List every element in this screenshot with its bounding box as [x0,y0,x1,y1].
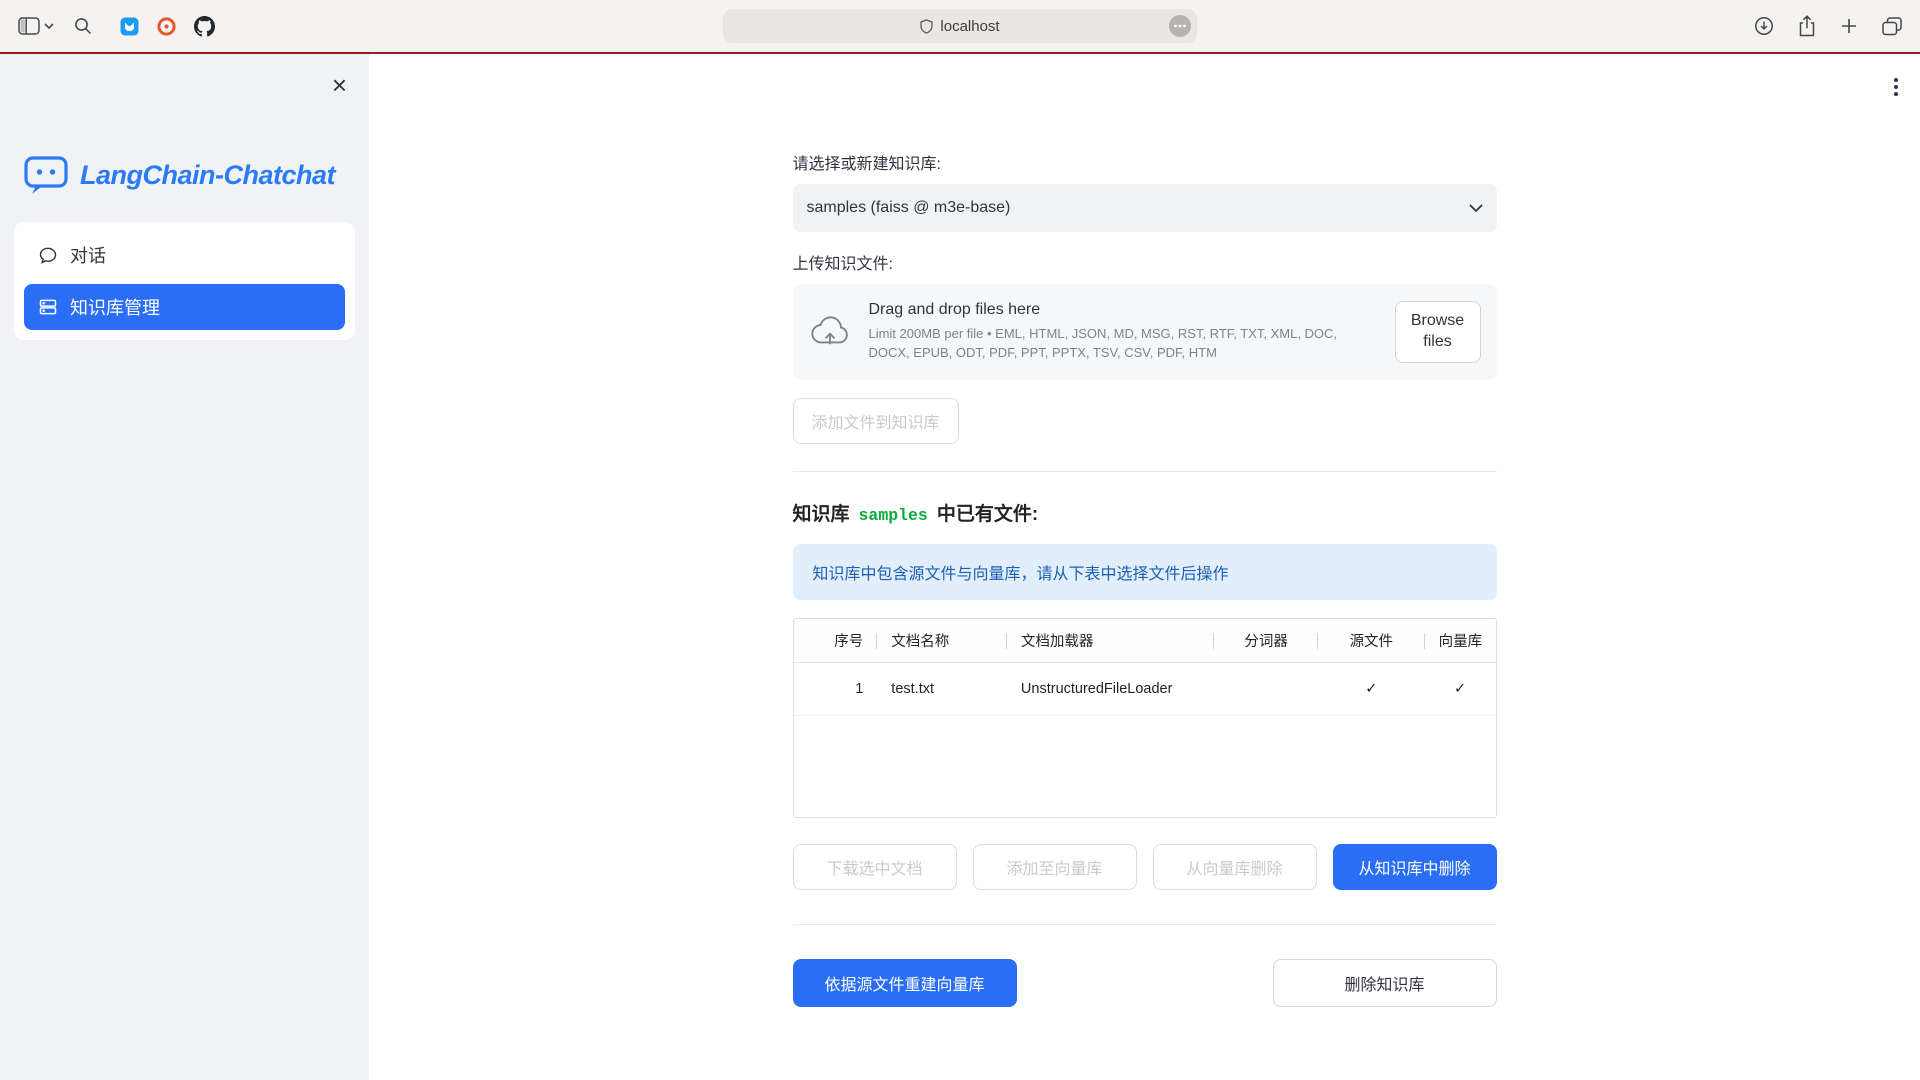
sidebar-menu: 对话 知识库管理 [14,222,355,340]
cell-source-file-check: ✓ [1318,681,1425,697]
url-bar[interactable]: localhost [723,9,1197,43]
uploader-title: Drag and drop files here [869,301,1377,319]
divider [793,471,1497,472]
extension-blue-icon [120,17,139,36]
search-icon [74,17,92,35]
tab-overview-button[interactable] [1880,15,1904,38]
add-files-to-kb-button[interactable]: 添加文件到知识库 [793,398,959,444]
cell-vector-store-check: ✓ [1425,681,1496,697]
content-column: 请选择或新建知识库: samples (faiss @ m3e-base) 上传… [793,54,1497,1007]
sidebar-panel-icon [18,17,40,35]
app-menu-button[interactable] [1890,74,1902,100]
sidebar-item-kb-management[interactable]: 知识库管理 [24,284,345,330]
screen: localhost [0,0,1920,1080]
delete-kb-button[interactable]: 删除知识库 [1273,959,1497,1007]
download-selected-button[interactable]: 下载选中文档 [793,844,957,890]
info-banner: 知识库中包含源文件与向量库，请从下表中选择文件后操作 [793,544,1497,600]
sidebar-item-dialogue[interactable]: 对话 [24,232,345,278]
kb-action-buttons: 依据源文件重建向量库 删除知识库 [793,959,1497,1007]
table-header-row: 序号 文档名称 文档加载器 分词器 源文件 向量库 [794,619,1496,663]
kb-files-heading: 知识库 samples 中已有文件: [793,499,1497,526]
cloud-upload-icon [809,315,851,349]
cell-loader: UnstructuredFileLoader [1007,681,1214,697]
column-header[interactable]: 向量库 [1425,630,1496,651]
share-button[interactable] [1796,13,1818,39]
new-tab-button[interactable] [1838,15,1860,37]
rebuild-vector-store-button[interactable]: 依据源文件重建向量库 [793,959,1017,1007]
kb-heading-suffix: 中已有文件: [937,499,1038,526]
column-header[interactable]: 源文件 [1318,630,1425,651]
knowledge-base-icon [38,297,58,317]
add-to-vector-store-button[interactable]: 添加至向量库 [973,844,1137,890]
share-icon [1798,15,1816,37]
sidebar-item-label: 知识库管理 [70,294,160,320]
column-header[interactable]: 分词器 [1214,630,1318,651]
url-text: localhost [940,18,999,35]
logo: LangChain-Chatchat [24,154,369,196]
extension-blue-button[interactable] [118,15,141,38]
column-header[interactable]: 文档名称 [877,630,1007,651]
delete-from-vector-store-button[interactable]: 从向量库删除 [1153,844,1317,890]
column-header[interactable]: 文档加载器 [1007,630,1214,651]
kb-select[interactable]: samples (faiss @ m3e-base) [793,184,1497,232]
sidebar: × LangChain-Chatchat 对话 [0,54,369,1080]
divider [793,924,1497,925]
site-shield-icon [920,19,933,34]
plus-icon [1840,17,1858,35]
chevron-down-icon [1469,204,1483,213]
chevron-down-icon [44,23,54,30]
upload-label: 上传知识文件: [793,250,1497,274]
table-row[interactable]: 1 test.txt UnstructuredFileLoader ✓ ✓ [794,663,1496,716]
select-kb-label: 请选择或新建知识库: [793,150,1497,174]
sidebar-toggle-button[interactable] [16,15,56,37]
sidebar-item-label: 对话 [70,242,106,268]
github-icon [194,16,215,37]
cell-index: 1 [794,681,878,697]
column-header[interactable]: 序号 [794,630,878,651]
file-action-buttons: 下载选中文档 添加至向量库 从向量库删除 从知识库中删除 [793,844,1497,890]
browser-toolbar: localhost [0,0,1920,52]
site-settings-button[interactable] [1169,15,1191,37]
browse-files-button[interactable]: Browse files [1395,301,1481,363]
uploader-limit-text: Limit 200MB per file • EML, HTML, JSON, … [869,325,1377,363]
extension-orange-button[interactable] [155,15,178,38]
main-area: 请选择或新建知识库: samples (faiss @ m3e-base) 上传… [369,54,1920,1080]
kb-heading-prefix: 知识库 [793,499,850,526]
sidebar-close-button[interactable]: × [332,72,347,98]
kb-name-code: samples [859,506,928,525]
download-icon [1754,16,1774,36]
logo-chat-icon [24,154,70,196]
file-uploader-dropzone[interactable]: Drag and drop files here Limit 200MB per… [793,284,1497,380]
search-button[interactable] [72,15,94,37]
downloads-button[interactable] [1752,14,1776,38]
cell-doc-name: test.txt [877,681,1007,697]
delete-from-kb-button[interactable]: 从知识库中删除 [1333,844,1497,890]
extension-orange-icon [157,17,176,36]
files-table: 序号 文档名称 文档加载器 分词器 源文件 向量库 1 test.txt Uns… [793,618,1497,818]
logo-text: LangChain-Chatchat [80,160,335,191]
kb-select-value: samples (faiss @ m3e-base) [807,199,1011,217]
extensions-group [118,14,217,39]
github-extension-button[interactable] [192,14,217,39]
chat-bubble-icon [38,245,58,265]
table-empty-area [794,716,1496,817]
tabs-icon [1882,17,1902,36]
